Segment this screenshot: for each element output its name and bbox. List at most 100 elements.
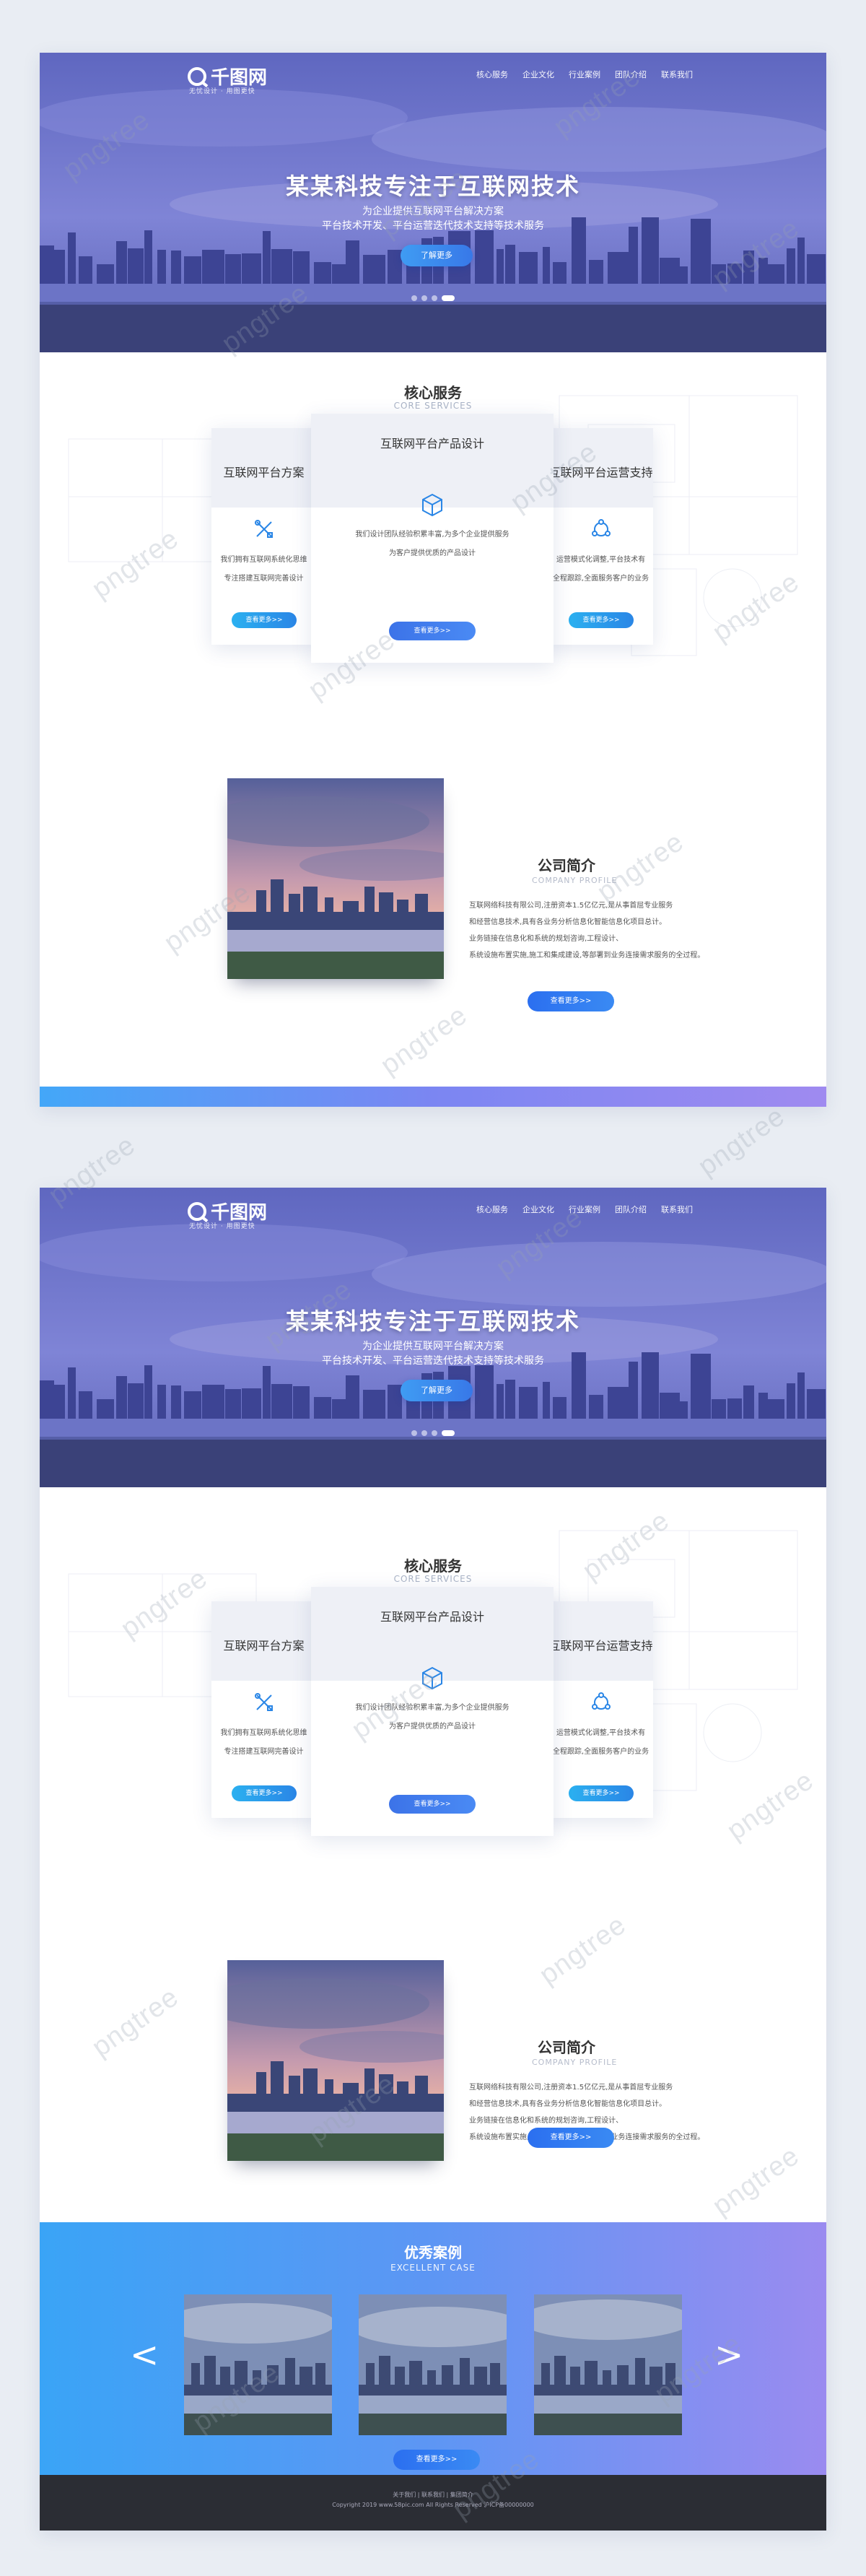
card-desc-2: 全程跟踪,全面服务客户的业务	[552, 1748, 650, 1756]
skyline-building	[505, 1380, 515, 1420]
skyline-building	[263, 231, 271, 285]
page-mockup-2: 千图网 无忧设计 · 用图更快 核心服务 企业文化 行业案例 团队介绍 联系我们…	[40, 1188, 826, 2531]
carousel-dots	[40, 295, 826, 301]
skyline-building	[768, 1399, 784, 1420]
prev-arrow-icon[interactable]: <	[130, 2338, 159, 2372]
card-title: 互联网平台产品设计	[380, 1610, 484, 1624]
hero-title: 某某科技专注于互联网技术	[285, 173, 580, 200]
skyline-building	[40, 1380, 54, 1420]
skyline-building	[68, 1367, 76, 1420]
nav-item-culture[interactable]: 企业文化	[515, 69, 561, 80]
nav-item-culture[interactable]: 企业文化	[515, 1204, 561, 1215]
hero-background-image	[40, 1188, 826, 1487]
service-card-platform: 互联网平台方案 我们拥有互联网系统化思维 专注搭建互联网完善设计 查看更多>>	[211, 428, 316, 645]
hero-banner: 千图网 无忧设计 · 用图更快 核心服务 企业文化 行业案例 团队介绍 联系我们…	[40, 53, 826, 352]
skyline-building	[97, 264, 114, 285]
skyline-building	[807, 1389, 826, 1420]
case-image-2[interactable]	[359, 2294, 507, 2435]
carousel-dot[interactable]	[432, 295, 437, 301]
skyline-building	[144, 230, 152, 285]
card-more-button[interactable]: 查看更多>>	[389, 622, 476, 640]
skyline-building	[680, 1401, 688, 1420]
logo[interactable]: 千图网 无忧设计 · 用图更快	[188, 63, 267, 95]
next-arrow-icon[interactable]: >	[714, 2338, 743, 2372]
skyline-building	[768, 264, 784, 285]
profile-title-en: COMPANY PROFILE	[532, 876, 618, 885]
top-nav: 千图网 无忧设计 · 用图更快 核心服务 企业文化 行业案例 团队介绍 联系我们	[40, 1188, 826, 1231]
card-desc-1: 运营模式化调整,平台技术有	[556, 1729, 646, 1737]
card-more-button[interactable]: 查看更多>>	[232, 1785, 297, 1801]
carousel-dot[interactable]	[432, 1430, 437, 1436]
skyline-building	[157, 1385, 166, 1420]
profile-line: 系统设施布置实施,施工和集成建设,等部署到业务连接需求服务的全过程。	[469, 952, 705, 960]
skyline-building	[743, 251, 754, 285]
learn-more-button[interactable]: 了解更多	[401, 245, 473, 266]
profile-more-button[interactable]: 查看更多>>	[528, 991, 614, 1011]
profile-more-button[interactable]: 查看更多>>	[528, 2128, 614, 2148]
nav-item-services[interactable]: 核心服务	[469, 69, 515, 80]
cases-more-button[interactable]: 查看更多>>	[393, 2450, 480, 2470]
skyline-building	[497, 249, 504, 285]
skyline-building	[40, 245, 54, 285]
top-nav: 千图网 无忧设计 · 用图更快 核心服务 企业文化 行业案例 团队介绍 联系我们	[40, 53, 826, 96]
hero-subtitle-1: 为企业提供互联网平台解决方案	[362, 1341, 504, 1352]
nav-item-contact[interactable]: 联系我们	[654, 1204, 700, 1215]
carousel-dot-active[interactable]	[442, 295, 455, 301]
skyline-building	[608, 252, 629, 285]
skyline-building	[184, 256, 201, 285]
card-more-button[interactable]: 查看更多>>	[569, 612, 634, 628]
skyline-building	[388, 250, 402, 285]
footer: 关于我们 | 联系我们 | 集团简介 Copyright 2019 www.58…	[40, 2475, 826, 2531]
profile-line: 和经营信息技术,具有各业务分析信息化智能信息化项目总计。	[469, 918, 667, 926]
nav-item-cases[interactable]: 行业案例	[561, 69, 608, 80]
services-title: 核心服务	[404, 384, 462, 401]
profile-line: 互联网络科技有限公司,注册资本1.5亿亿元,是从事首屈专业服务	[469, 2084, 673, 2092]
skyline-building	[271, 1384, 292, 1420]
carousel-dot-active[interactable]	[442, 1430, 455, 1436]
hero-subtitle-2: 平台技术开发、平台运营迭代技术支持等技术服务	[322, 220, 544, 232]
skyline-building	[608, 1387, 629, 1420]
skyline-building	[743, 1385, 754, 1420]
card-desc-1: 我们设计团队经验积累丰富,为多个企业提供服务	[355, 1704, 509, 1712]
nav-item-cases[interactable]: 行业案例	[561, 1204, 608, 1215]
carousel-dot[interactable]	[421, 295, 427, 301]
nav-item-services[interactable]: 核心服务	[469, 1204, 515, 1215]
skyline-building	[128, 1383, 144, 1420]
skyline-building	[263, 1366, 271, 1420]
carousel-dot[interactable]	[421, 1430, 427, 1436]
nav-menu: 核心服务 企业文化 行业案例 团队介绍 联系我们	[469, 1204, 700, 1215]
skyline-building	[629, 1362, 638, 1420]
card-more-button[interactable]: 查看更多>>	[389, 1795, 476, 1814]
services-title: 核心服务	[404, 1557, 462, 1575]
skyline-building	[589, 1395, 603, 1420]
skyline-building	[79, 256, 92, 285]
skyline-building	[797, 238, 805, 285]
page-mockup-1: 千图网 无忧设计 · 用图更快 核心服务 企业文化 行业案例 团队介绍 联系我们…	[40, 53, 826, 1107]
skyline-building	[271, 249, 292, 285]
skyline-building	[171, 251, 181, 285]
skyline-building	[346, 240, 359, 285]
skyline-building	[225, 1389, 241, 1420]
nav-item-team[interactable]: 团队介绍	[608, 1204, 654, 1215]
nav-item-contact[interactable]: 联系我们	[654, 69, 700, 80]
skyline-building	[712, 1399, 726, 1420]
card-more-button[interactable]: 查看更多>>	[232, 612, 297, 628]
profile-description: 互联网络科技有限公司,注册资本1.5亿亿元,是从事首屈专业服务 和经营信息技术,…	[469, 897, 714, 964]
skyline-building	[157, 250, 166, 285]
case-image-3[interactable]	[534, 2294, 682, 2435]
skyline-building	[54, 1385, 65, 1420]
footer-links[interactable]: 关于我们 | 联系我们 | 集团简介	[40, 2491, 826, 2499]
hero-title: 某某科技专注于互联网技术	[285, 1307, 580, 1335]
logo[interactable]: 千图网 无忧设计 · 用图更快	[188, 1198, 267, 1230]
carousel-dot[interactable]	[411, 295, 417, 301]
service-card-platform: 互联网平台方案 我们拥有互联网系统化思维 专注搭建互联网完善设计 查看更多>>	[211, 1601, 316, 1818]
nav-item-team[interactable]: 团队介绍	[608, 69, 654, 80]
skyline-building	[519, 1387, 538, 1420]
case-image-1[interactable]	[184, 2294, 332, 2435]
profile-title-en: COMPANY PROFILE	[532, 2058, 618, 2067]
learn-more-button[interactable]: 了解更多	[401, 1380, 473, 1401]
profile-line: 互联网络科技有限公司,注册资本1.5亿亿元,是从事首屈专业服务	[469, 902, 673, 910]
tools-icon	[255, 1693, 273, 1711]
carousel-dot[interactable]	[411, 1430, 417, 1436]
card-more-button[interactable]: 查看更多>>	[569, 1785, 634, 1801]
